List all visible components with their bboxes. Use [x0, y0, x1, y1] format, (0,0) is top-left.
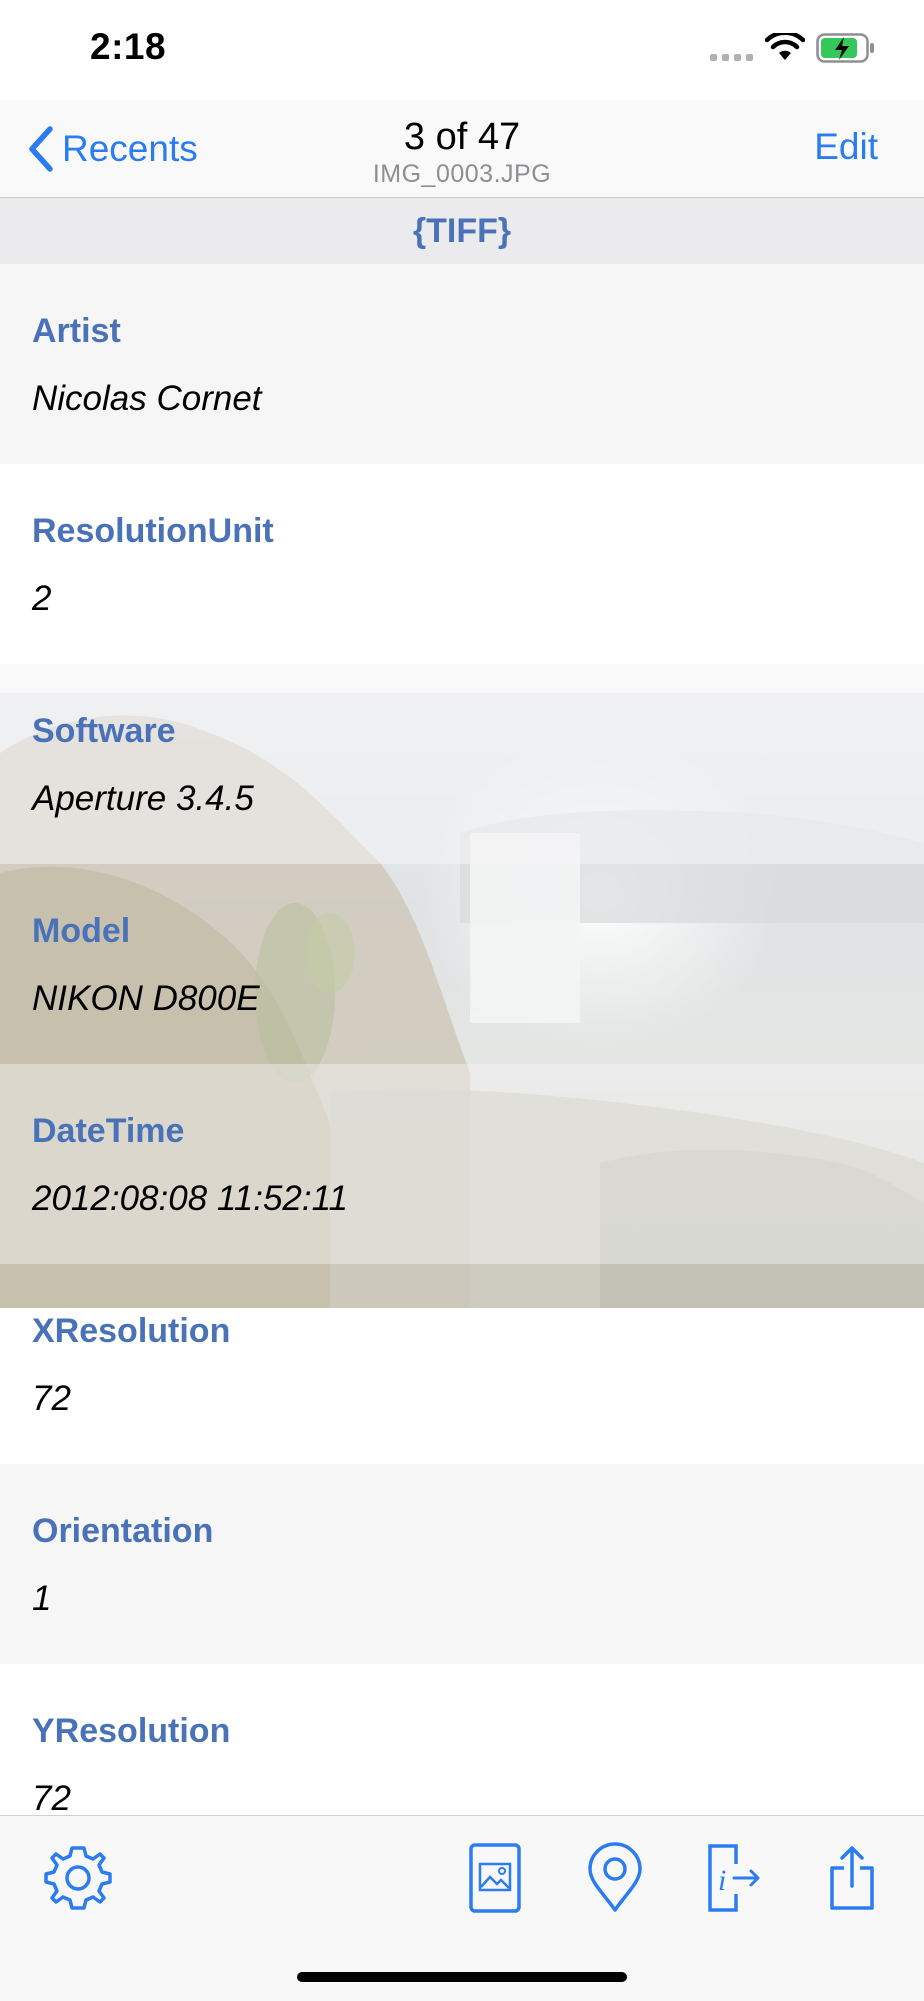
metadata-key: Orientation [32, 1512, 214, 1550]
metadata-key: Software [32, 712, 176, 750]
svg-text:i: i [718, 1864, 726, 1897]
file-name: IMG_0003.JPG [372, 160, 552, 188]
metadata-key: ResolutionUnit [32, 512, 274, 550]
status-bar: 2:18 [0, 0, 924, 100]
battery-icon [816, 33, 874, 63]
metadata-key: DateTime [32, 1112, 185, 1150]
share-icon[interactable] [828, 1842, 876, 1914]
page-title: 3 of 47 [403, 116, 521, 158]
metadata-value: 2 [32, 579, 52, 618]
metadata-value: 72 [32, 1379, 71, 1418]
metadata-key: XResolution [32, 1312, 231, 1350]
metadata-value: Nicolas Cornet [32, 379, 262, 418]
navigation-bar: Recents 3 of 47 IMG_0003.JPG Edit [0, 100, 924, 198]
status-time: 2:18 [90, 26, 167, 67]
metadata-row-model[interactable]: Model NIKON D800E [0, 864, 924, 1064]
info-export-icon[interactable]: i [706, 1842, 762, 1914]
metadata-value: 1 [32, 1579, 52, 1618]
photo-icon[interactable] [468, 1842, 522, 1914]
metadata-key: YResolution [32, 1712, 231, 1750]
metadata-row-artist[interactable]: Artist Nicolas Cornet [0, 264, 924, 464]
section-header: {TIFF} [0, 198, 924, 264]
cellular-signal-icon [710, 54, 754, 62]
metadata-list: Artist Nicolas Cornet ResolutionUnit 2 S… [0, 264, 924, 1864]
metadata-value: NIKON D800E [32, 979, 260, 1018]
edit-button[interactable]: Edit [814, 126, 878, 168]
metadata-row-xresolution[interactable]: XResolution 72 [0, 1264, 924, 1464]
metadata-value: 2012:08:08 11:52:11 [32, 1179, 348, 1218]
metadata-key: Artist [32, 312, 121, 350]
metadata-value: Aperture 3.4.5 [32, 779, 254, 818]
gear-icon[interactable] [42, 1842, 114, 1914]
metadata-row-software[interactable]: Software Aperture 3.4.5 [0, 664, 924, 864]
metadata-row-orientation[interactable]: Orientation 1 [0, 1464, 924, 1664]
metadata-row-resolution-unit[interactable]: ResolutionUnit 2 [0, 464, 924, 664]
metadata-value: 72 [32, 1779, 71, 1818]
wifi-icon [765, 33, 805, 60]
metadata-row-datetime[interactable]: DateTime 2012:08:08 11:52:11 [0, 1064, 924, 1264]
home-indicator[interactable] [297, 1972, 627, 1982]
location-pin-icon[interactable] [586, 1842, 644, 1914]
metadata-key: Model [32, 912, 131, 950]
